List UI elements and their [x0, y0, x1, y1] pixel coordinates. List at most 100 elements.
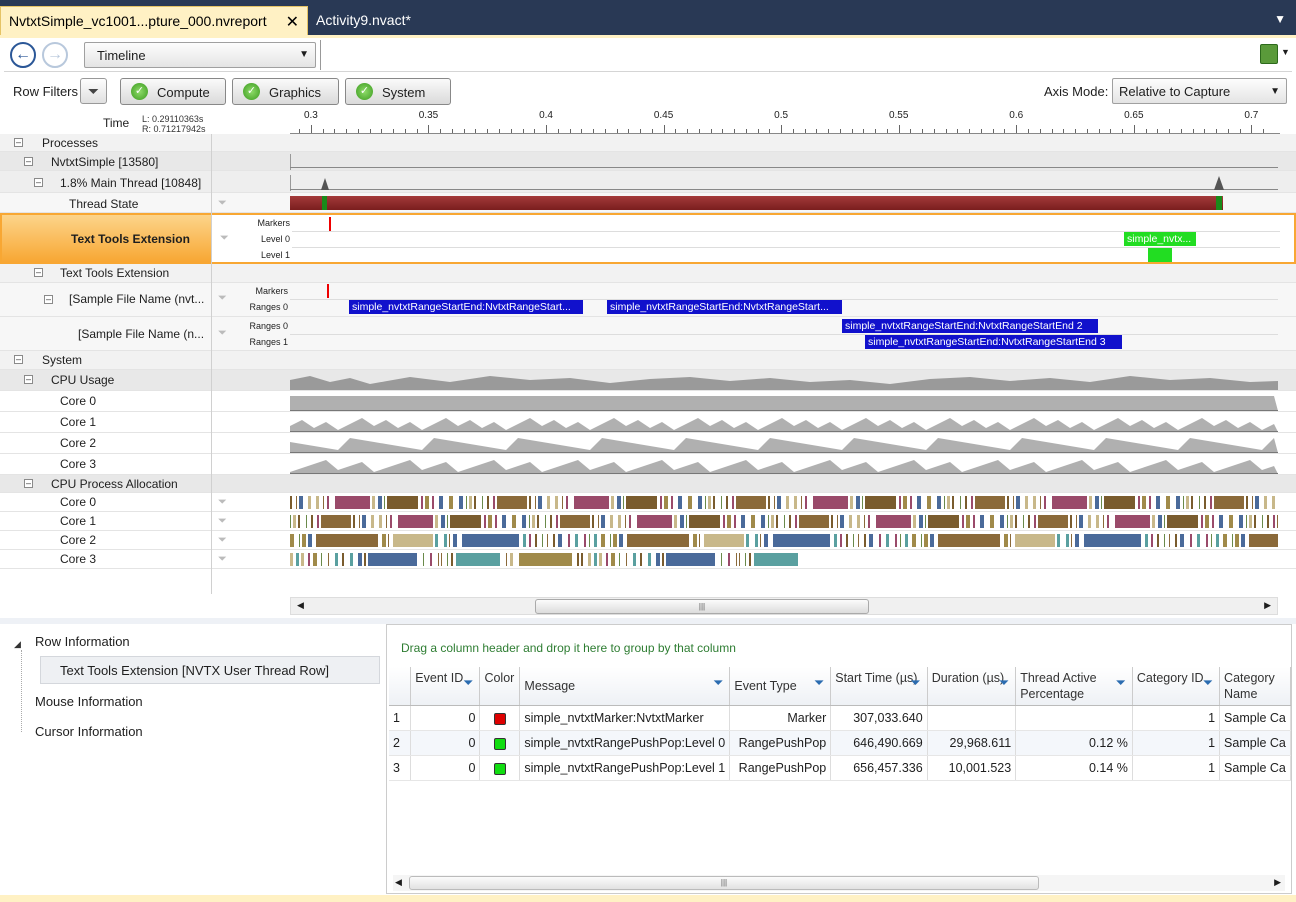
row-cpu-core0[interactable]: Core 0 [0, 391, 1296, 412]
range-level1[interactable] [1148, 248, 1172, 262]
scroll-left-icon[interactable]: ◀ [395, 877, 402, 888]
row-filter-icon[interactable]: ⏷ [218, 515, 227, 528]
row-main-thread[interactable]: – 1.8% Main Thread [10848] [0, 171, 1296, 193]
collapse-toggle-icon[interactable]: – [44, 295, 53, 304]
column-header-message[interactable]: Message ⏷ [519, 667, 731, 706]
collapse-toggle-icon[interactable]: – [24, 157, 33, 166]
row-alloc-core2[interactable]: Core 2 ⏷ [0, 531, 1296, 550]
collapse-toggle-icon[interactable]: – [24, 479, 33, 488]
column-header-duration[interactable]: Duration (µs) ⏷ [927, 667, 1017, 706]
graphics-filter-button[interactable]: ✓ Graphics [232, 78, 339, 105]
row-text-tools[interactable]: – Text Tools Extension [0, 264, 1296, 283]
collapse-toggle-icon[interactable]: – [14, 355, 23, 364]
export-excel-icon[interactable] [1260, 44, 1278, 64]
row-filter-icon[interactable]: ⏷ [218, 197, 227, 210]
scroll-right-icon[interactable]: ▶ [1264, 600, 1271, 611]
row-sample-file-1[interactable]: – [Sample File Name (nvt... ⏷ Markers Ranges… [0, 283, 1296, 317]
ruler-tick [922, 129, 924, 133]
row-alloc-core3[interactable]: Core 3 ⏷ [0, 550, 1296, 569]
ruler-tick [546, 125, 548, 133]
export-chevron-down-icon[interactable]: ▼ [1281, 47, 1290, 57]
forward-arrow-icon[interactable]: → [42, 42, 68, 68]
system-filter-button[interactable]: ✓ System [345, 78, 451, 105]
ruler-tick [792, 129, 794, 133]
column-header-color[interactable]: Color [479, 667, 521, 706]
scroll-right-icon[interactable]: ▶ [1274, 877, 1281, 888]
marker-tick[interactable] [329, 217, 331, 231]
row-nvtxt-process[interactable]: – NvtxtSimple [13580] [0, 152, 1296, 171]
axis-mode-select[interactable]: Relative to Capture ▼ [1112, 78, 1287, 104]
filter-icon[interactable]: ⏷ [999, 675, 1009, 691]
row-cpu-core1[interactable]: Core 1 [0, 412, 1296, 433]
table-row[interactable]: 2 0 simple_nvtxtRangePushPop:Level 0 RangeP… [389, 730, 1291, 756]
back-arrow-icon[interactable]: ← [10, 42, 36, 68]
collapse-toggle-icon[interactable]: – [34, 268, 43, 277]
row-sample-file-2[interactable]: [Sample File Name (n... ⏷ Ranges 0 Ranges 1… [0, 317, 1296, 351]
row-processes[interactable]: – Processes [0, 134, 1296, 152]
row-info-selected[interactable]: Text Tools Extension [NVTX User Thread R… [40, 656, 380, 684]
row-thread-state[interactable]: Thread State ⏷ [0, 193, 1296, 213]
mouse-information-item[interactable]: Mouse Information [35, 694, 143, 709]
close-icon[interactable]: ✕ [286, 12, 299, 32]
row-filter-icon[interactable]: ⏷ [218, 292, 227, 305]
check-icon: ✓ [243, 83, 260, 100]
filter-icon[interactable]: ⏷ [713, 675, 723, 691]
view-select[interactable]: Timeline ▼ [84, 42, 316, 68]
range-bar[interactable]: simple_nvtxtRangeStartEnd:NvtxtRangeStar… [865, 335, 1122, 349]
row-header-divider[interactable] [211, 134, 212, 594]
range-level0[interactable]: simple_nvtx... [1124, 232, 1196, 246]
timeline-scrollbar[interactable]: ◀ ||| ▶ [290, 597, 1278, 615]
range-bar[interactable]: simple_nvtxtRangeStartEnd:NvtxtRangeStar… [607, 300, 842, 314]
column-header-start-time[interactable]: Start Time (µs) ⏷ [830, 667, 928, 706]
row-text-tools-selected[interactable]: Text Tools Extension ⏷ Markers Level 0 Level… [0, 213, 1296, 264]
collapse-toggle-icon[interactable]: – [14, 138, 23, 147]
row-cpu-allocation[interactable]: – CPU Process Allocation [0, 475, 1296, 493]
ruler-tick [334, 129, 336, 133]
range-bar[interactable]: simple_nvtxtRangeStartEnd:NvtxtRangeStar… [349, 300, 583, 314]
row-filter-icon[interactable]: ⏷ [220, 232, 229, 245]
row-cpu-core3[interactable]: Core 3 [0, 454, 1296, 475]
column-header-event-id[interactable]: Event ID ⏷ [410, 667, 481, 706]
expand-triangle-icon[interactable]: ◢ [14, 639, 21, 650]
row-alloc-core1[interactable]: Core 1 ⏷ [0, 512, 1296, 531]
collapse-toggle-icon[interactable]: – [34, 178, 43, 187]
scrollbar-thumb[interactable]: ||| [535, 599, 869, 614]
cursor-information-item[interactable]: Cursor Information [35, 724, 143, 739]
filter-icon[interactable]: ⏷ [814, 675, 824, 691]
scroll-left-icon[interactable]: ◀ [297, 600, 304, 611]
table-row[interactable]: 3 0 simple_nvtxtRangePushPop:Level 1 RangeP… [389, 755, 1291, 781]
tab-report[interactable]: NvtxtSimple_vc1001...pture_000.nvreport … [0, 6, 308, 35]
filter-icon[interactable]: ⏷ [1115, 675, 1125, 691]
row-information-item[interactable]: Row Information [35, 634, 130, 649]
row-cpu-core2[interactable]: Core 2 [0, 433, 1296, 454]
column-header-category-id[interactable]: Category ID ⏷ [1132, 667, 1221, 706]
grid-horizontal-scrollbar[interactable]: ◀ ||| ▶ [393, 875, 1285, 891]
filter-icon[interactable]: ⏷ [1203, 675, 1213, 691]
row-filter-icon[interactable]: ⏷ [218, 534, 227, 547]
marker-tick[interactable] [327, 284, 329, 298]
row-system[interactable]: – System [0, 351, 1296, 370]
column-header-thread-active[interactable]: Thread Active Percentage ⏷ [1015, 667, 1133, 706]
scrollbar-thumb[interactable]: ||| [409, 876, 1039, 890]
row-filter-icon[interactable]: ⏷ [218, 553, 227, 566]
table-row[interactable]: 1 0 simple_nvtxtMarker:NvtxtMarker Marker 30… [389, 705, 1291, 731]
group-by-hint[interactable]: Drag a column header and drop it here to… [401, 641, 736, 655]
row-filter-icon[interactable]: ⏷ [218, 327, 227, 340]
core0-label: Core 0 [60, 495, 97, 509]
tab-activity[interactable]: Activity9.nvact* [308, 6, 448, 35]
column-header-event-type[interactable]: Event Type ⏷ [729, 667, 832, 706]
range-bar[interactable]: simple_nvtxtRangeStartEnd:NvtxtRangeStar… [842, 319, 1098, 333]
thread-state-bar[interactable] [290, 196, 1223, 210]
row-alloc-core0[interactable]: Core 0 ⏷ [0, 493, 1296, 512]
column-header-category-name[interactable]: Category Name [1219, 667, 1291, 706]
filter-icon[interactable]: ⏷ [463, 675, 473, 691]
tab-menu-chevron-icon[interactable]: ▼ [1274, 12, 1286, 26]
ruler-tick [451, 129, 453, 133]
time-ruler[interactable]: 0.3 0.35 0.4 0.45 0.5 0.55 0.6 0.65 0.7 [290, 108, 1280, 134]
compute-filter-button[interactable]: ✓ Compute [120, 78, 226, 105]
row-cpu-usage[interactable]: – CPU Usage [0, 370, 1296, 391]
row-filter-icon[interactable]: ⏷ [218, 496, 227, 509]
filter-icon[interactable]: ⏷ [910, 675, 920, 691]
funnel-filter-icon[interactable]: ⏷ [80, 78, 107, 104]
collapse-toggle-icon[interactable]: – [24, 375, 33, 384]
